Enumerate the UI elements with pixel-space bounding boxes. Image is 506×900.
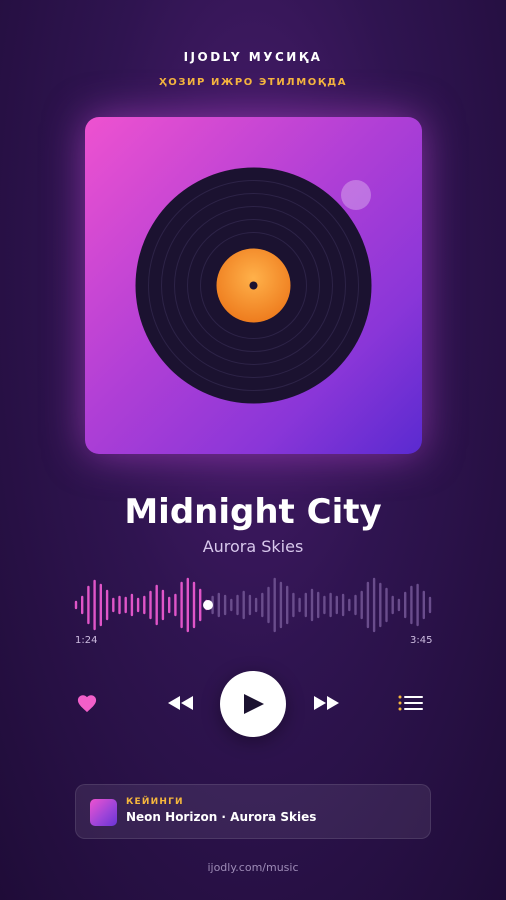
song-title: Midnight City [124,492,382,532]
waveform-seekbar[interactable] [74,577,432,633]
fast-forward-button[interactable] [309,690,345,716]
rewind-button[interactable] [162,690,198,716]
up-next-card[interactable]: КЕЙИНГИ Neon Horizon · Aurora Skies [75,784,431,839]
heart-icon [77,695,97,713]
up-next-thumbnail [90,799,117,826]
queue-button[interactable] [396,690,426,716]
album-art [85,117,422,454]
now-playing-label: ҲОЗИР ИЖРО ЭТИЛМОҚДА [158,77,348,88]
current-time: 1:24 [75,635,98,646]
footer-url[interactable]: ijodly.com/music [0,861,506,874]
up-next-label: КЕЙИНГИ [126,797,184,807]
vinyl-record [135,167,372,404]
play-icon [244,694,264,714]
play-button[interactable] [220,671,286,737]
total-time: 3:45 [410,635,433,646]
like-button[interactable] [72,688,102,718]
rewind-icon [168,696,193,710]
app-title: IJODLY МУСИҚА [183,50,323,64]
queue-icon [398,695,423,711]
fast-forward-icon [314,696,339,710]
artist-name: Aurora Skies [202,537,304,556]
up-next-track: Neon Horizon · Aurora Skies [126,810,317,824]
seek-handle[interactable] [203,600,213,610]
